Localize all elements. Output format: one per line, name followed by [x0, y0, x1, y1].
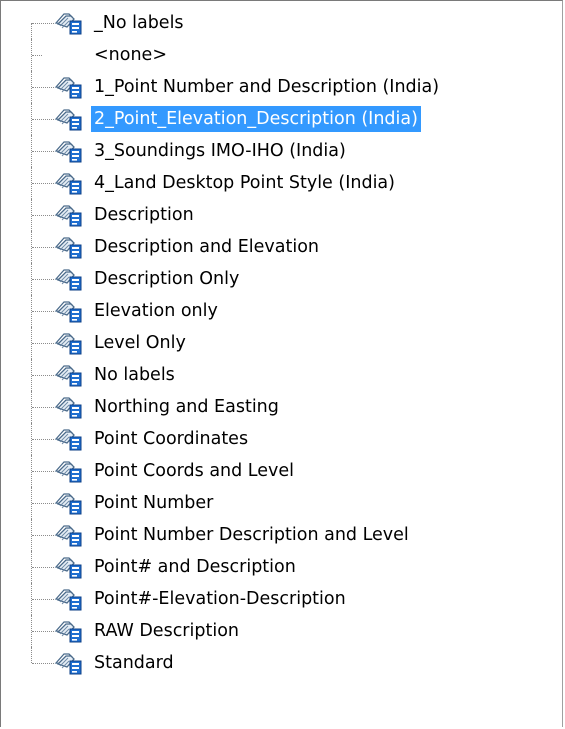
- tree-item[interactable]: 2_Point_Elevation_Description (India): [1, 103, 521, 135]
- tree-connector-horizontal: [32, 631, 54, 632]
- tree-item[interactable]: Point Coordinates: [1, 423, 521, 455]
- tree-item-label[interactable]: Standard: [91, 650, 177, 676]
- label-style-icon: [53, 426, 85, 452]
- tree-item[interactable]: Point Number: [1, 487, 521, 519]
- tree-connector-horizontal: [32, 439, 54, 440]
- tree-item-label[interactable]: Point Coords and Level: [91, 458, 297, 484]
- label-style-icon: [53, 170, 85, 196]
- tree-connector-horizontal: [32, 567, 54, 568]
- label-style-icon: [53, 458, 85, 484]
- tree-connector-horizontal: [32, 535, 54, 536]
- tree-item-label[interactable]: Point# and Description: [91, 554, 299, 580]
- tree-item[interactable]: No labels: [1, 359, 521, 391]
- tree-item-label[interactable]: Point Coordinates: [91, 426, 251, 452]
- label-style-icon: [53, 266, 85, 292]
- tree-item-label[interactable]: <none>: [91, 42, 170, 68]
- label-style-icon: [53, 234, 85, 260]
- label-style-icon: [53, 298, 85, 324]
- tree-item-label[interactable]: Point#-Elevation-Description: [91, 586, 349, 612]
- tree-connector-horizontal: [32, 119, 54, 120]
- label-style-icon: [53, 522, 85, 548]
- label-style-tree[interactable]: _No labels <none> 1_Point Number and Desc…: [0, 0, 563, 727]
- tree-item-label[interactable]: 3_Soundings IMO-IHO (India): [91, 138, 349, 164]
- tree-list: _No labels <none> 1_Point Number and Desc…: [1, 7, 521, 679]
- tree-item[interactable]: Point# and Description: [1, 551, 521, 583]
- tree-connector-horizontal: [32, 599, 54, 600]
- tree-item[interactable]: Elevation only: [1, 295, 521, 327]
- tree-connector-horizontal: [32, 247, 54, 248]
- tree-item-label[interactable]: Description Only: [91, 266, 242, 292]
- label-style-icon: [53, 394, 85, 420]
- tree-item[interactable]: 1_Point Number and Description (India): [1, 71, 521, 103]
- tree-item[interactable]: 4_Land Desktop Point Style (India): [1, 167, 521, 199]
- tree-item-label[interactable]: No labels: [91, 362, 178, 388]
- tree-connector-horizontal: [32, 407, 54, 408]
- label-style-icon: [53, 618, 85, 644]
- tree-item-label[interactable]: 2_Point_Elevation_Description (India): [91, 106, 421, 132]
- label-style-icon: [53, 10, 85, 36]
- label-style-icon: [53, 650, 85, 676]
- tree-connector-horizontal: [32, 503, 54, 504]
- tree-item[interactable]: _No labels: [1, 7, 521, 39]
- tree-item-label[interactable]: Elevation only: [91, 298, 221, 324]
- label-style-icon: [53, 554, 85, 580]
- tree-connector-horizontal: [32, 183, 54, 184]
- label-style-icon: [53, 202, 85, 228]
- tree-item[interactable]: RAW Description: [1, 615, 521, 647]
- tree-connector-vertical: [31, 23, 32, 39]
- tree-item-label[interactable]: Level Only: [91, 330, 189, 356]
- tree-item[interactable]: Point#-Elevation-Description: [1, 583, 521, 615]
- label-style-icon: [53, 138, 85, 164]
- tree-item[interactable]: <none>: [1, 39, 521, 71]
- tree-connector-horizontal: [32, 375, 54, 376]
- label-style-icon: [53, 106, 85, 132]
- tree-item-label[interactable]: Point Number: [91, 490, 216, 516]
- tree-item-label[interactable]: _No labels: [91, 10, 187, 36]
- tree-item[interactable]: Description Only: [1, 263, 521, 295]
- tree-item-label[interactable]: Description: [91, 202, 197, 228]
- tree-connector-horizontal: [32, 55, 42, 56]
- tree-item-label[interactable]: 1_Point Number and Description (India): [91, 74, 442, 100]
- tree-connector-horizontal: [32, 663, 54, 664]
- label-style-icon: [53, 74, 85, 100]
- tree-item[interactable]: Description and Elevation: [1, 231, 521, 263]
- tree-item[interactable]: Level Only: [1, 327, 521, 359]
- tree-connector-horizontal: [32, 215, 54, 216]
- tree-item-label[interactable]: Northing and Easting: [91, 394, 282, 420]
- tree-item[interactable]: Point Number Description and Level: [1, 519, 521, 551]
- tree-item[interactable]: 3_Soundings IMO-IHO (India): [1, 135, 521, 167]
- tree-item-label[interactable]: 4_Land Desktop Point Style (India): [91, 170, 398, 196]
- tree-connector-horizontal: [32, 279, 54, 280]
- tree-item[interactable]: Northing and Easting: [1, 391, 521, 423]
- label-style-icon: [53, 586, 85, 612]
- tree-connector-vertical: [31, 647, 32, 663]
- tree-item[interactable]: Description: [1, 199, 521, 231]
- tree-item[interactable]: Standard: [1, 647, 521, 679]
- tree-item-label[interactable]: RAW Description: [91, 618, 242, 644]
- tree-connector-horizontal: [32, 23, 54, 24]
- label-style-icon: [53, 362, 85, 388]
- tree-connector-horizontal: [32, 87, 54, 88]
- tree-connector-horizontal: [32, 343, 54, 344]
- tree-item-label[interactable]: Point Number Description and Level: [91, 522, 412, 548]
- tree-item[interactable]: Point Coords and Level: [1, 455, 521, 487]
- tree-connector-horizontal: [32, 311, 54, 312]
- label-style-icon: [53, 490, 85, 516]
- tree-connector-horizontal: [32, 151, 54, 152]
- label-style-icon: [53, 330, 85, 356]
- tree-connector-horizontal: [32, 471, 54, 472]
- tree-item-label[interactable]: Description and Elevation: [91, 234, 322, 260]
